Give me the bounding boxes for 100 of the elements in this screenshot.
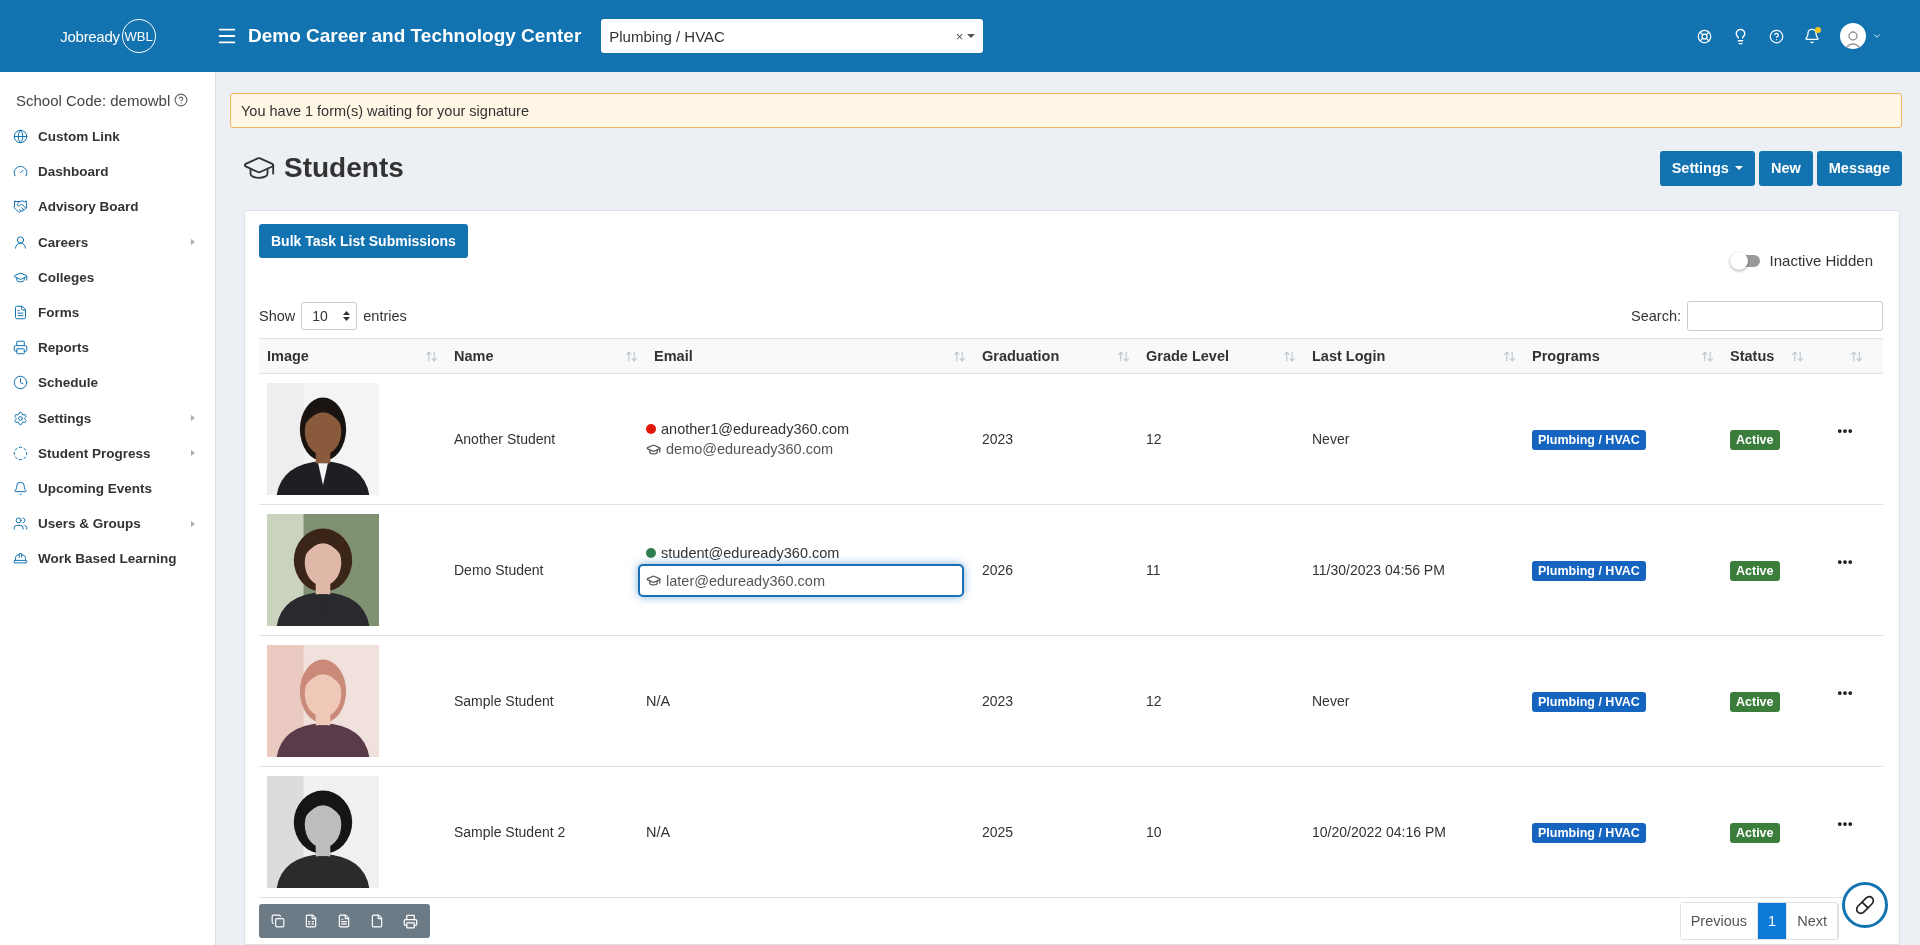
status-badge: Active [1730, 561, 1780, 581]
users-icon [13, 516, 28, 532]
toggle-label: Inactive Hidden [1769, 252, 1873, 269]
table-cell-text: Never [1311, 431, 1351, 447]
program-badge: Plumbing / HVAC [1532, 430, 1646, 450]
status-badge: Active [1730, 430, 1780, 450]
printer-icon[interactable] [403, 913, 418, 929]
program-badge: Plumbing / HVAC [1532, 692, 1646, 712]
sidebar-item[interactable]: Settings [0, 400, 215, 436]
email-text: another1@eduready360.com [661, 421, 850, 437]
sidebar-item[interactable]: Upcoming Events [0, 470, 215, 507]
bulk-submissions-button[interactable]: Bulk Task List Submissions [259, 224, 468, 258]
table-cell-text: 10/20/2022 04:16 PM [1311, 824, 1447, 840]
clock-icon [13, 375, 28, 391]
sidebar-item[interactable]: Advisory Board [0, 189, 215, 225]
graduation-cap-icon [646, 573, 661, 588]
table-cell-text: 12 [1145, 431, 1163, 447]
table-cell-text: 2026 [981, 562, 1015, 578]
sidebar-item[interactable]: Colleges [0, 259, 215, 295]
table-cell-text: Another Student [453, 431, 557, 447]
sidebar-item[interactable]: Student Progress [0, 435, 215, 471]
table-cell-text: 11/30/2023 04:56 PM [1311, 562, 1446, 578]
search-field[interactable] [1687, 301, 1883, 331]
email-text: demo@eduready360.com [666, 441, 834, 457]
table-cell-text: Sample Student 2 [453, 824, 567, 840]
sidebar-item[interactable]: Custom Link [0, 119, 215, 155]
handshake-icon [13, 199, 28, 215]
status-badge: Active [1730, 823, 1780, 843]
show-label: Show [259, 308, 296, 324]
table-cell-text: 11 [1145, 562, 1162, 578]
sidebar-item[interactable]: Users & Groups [0, 506, 215, 542]
column-header[interactable]: Last Login [1312, 348, 1386, 364]
program-select[interactable]: Plumbing / HVAC × [601, 19, 984, 53]
email-field[interactable]: later@eduready360.com [638, 564, 964, 597]
program-badge: Plumbing / HVAC [1532, 823, 1646, 843]
previous-button[interactable]: Previous [1680, 903, 1759, 939]
table-cell-text: Sample Student [453, 693, 555, 709]
hard-hat-icon [13, 551, 28, 567]
notification-icon[interactable] [1804, 28, 1820, 44]
table-cell-text: 2023 [981, 693, 1015, 709]
globe-icon [13, 129, 28, 145]
expand-arrow-icon [191, 450, 195, 457]
sort-arrows-icon [343, 311, 351, 321]
table-cell-text: Never [1311, 693, 1351, 709]
dropdown-button[interactable]: Settings [1659, 150, 1755, 186]
email-text: N/A [646, 824, 671, 840]
sidebar-item[interactable]: Careers [0, 224, 215, 260]
table-cell-text: 2025 [981, 824, 1015, 840]
copy-icon[interactable] [271, 914, 285, 928]
sidebar-item[interactable]: Schedule [0, 365, 215, 401]
column-header[interactable]: Name [454, 348, 494, 364]
status-badge: Active [1730, 692, 1780, 712]
action-button[interactable]: Message [1816, 150, 1902, 186]
file-icon[interactable] [337, 914, 351, 928]
table-cell-text: 10 [1145, 824, 1163, 840]
page-button[interactable]: 1 [1758, 903, 1788, 939]
program-badge: Plumbing / HVAC [1532, 561, 1646, 581]
column-header[interactable]: Graduation [982, 348, 1060, 364]
lifebuoy-icon[interactable] [1697, 28, 1712, 44]
expand-arrow-icon [191, 239, 195, 246]
school-code: School Code: demowbl [16, 91, 171, 109]
table-cell-text: 2023 [981, 431, 1015, 447]
expand-arrow-icon [191, 520, 195, 527]
column-header[interactable]: Image [267, 348, 309, 364]
settings-icon [13, 410, 28, 426]
file-icon[interactable] [370, 914, 384, 928]
document-icon [13, 305, 28, 321]
column-header[interactable]: Status [1730, 348, 1775, 364]
table-cell-text: 12 [1145, 693, 1163, 709]
caret-icon[interactable] [1872, 31, 1882, 41]
entries-select[interactable]: 10 [301, 302, 358, 330]
column-header[interactable]: Programs [1532, 348, 1600, 364]
email-text: N/A [646, 693, 671, 709]
expand-arrow-icon [191, 415, 195, 422]
page-title: Students [284, 152, 404, 184]
graduation-cap-icon [646, 441, 661, 457]
action-button[interactable]: New [1758, 150, 1813, 186]
graduation-cap-icon [13, 269, 28, 285]
search-label: Search: [1631, 308, 1681, 324]
sidebar-item[interactable]: Reports [0, 330, 215, 366]
avatar[interactable] [1840, 23, 1866, 49]
sidebar-item[interactable]: Forms [0, 294, 215, 331]
logo-wordmark: Jobready [60, 27, 120, 45]
email-text: later@eduready360.com [666, 572, 825, 589]
clear-button[interactable]: × [955, 28, 964, 44]
toggle-switch[interactable] [1731, 254, 1760, 267]
organization-title: Demo Career and Technology Center [248, 25, 582, 47]
column-header[interactable]: Email [654, 348, 693, 364]
spreadsheet-icon[interactable] [304, 914, 318, 928]
sidebar-item[interactable]: Work Based Learning [0, 541, 215, 577]
sidebar-item[interactable]: Dashboard [0, 154, 215, 190]
dotted-circle-icon [13, 445, 28, 461]
person-icon [13, 234, 28, 250]
email-text: student@eduready360.com [661, 544, 840, 561]
column-header[interactable]: Grade Level [1146, 348, 1229, 364]
table-cell-text: Demo Student [453, 562, 545, 578]
pill-icon [1855, 895, 1875, 915]
entries-label: entries [363, 308, 407, 324]
help-icon[interactable] [174, 93, 189, 107]
signature-alert: You have 1 form(s) waiting for your signature [230, 93, 1902, 128]
